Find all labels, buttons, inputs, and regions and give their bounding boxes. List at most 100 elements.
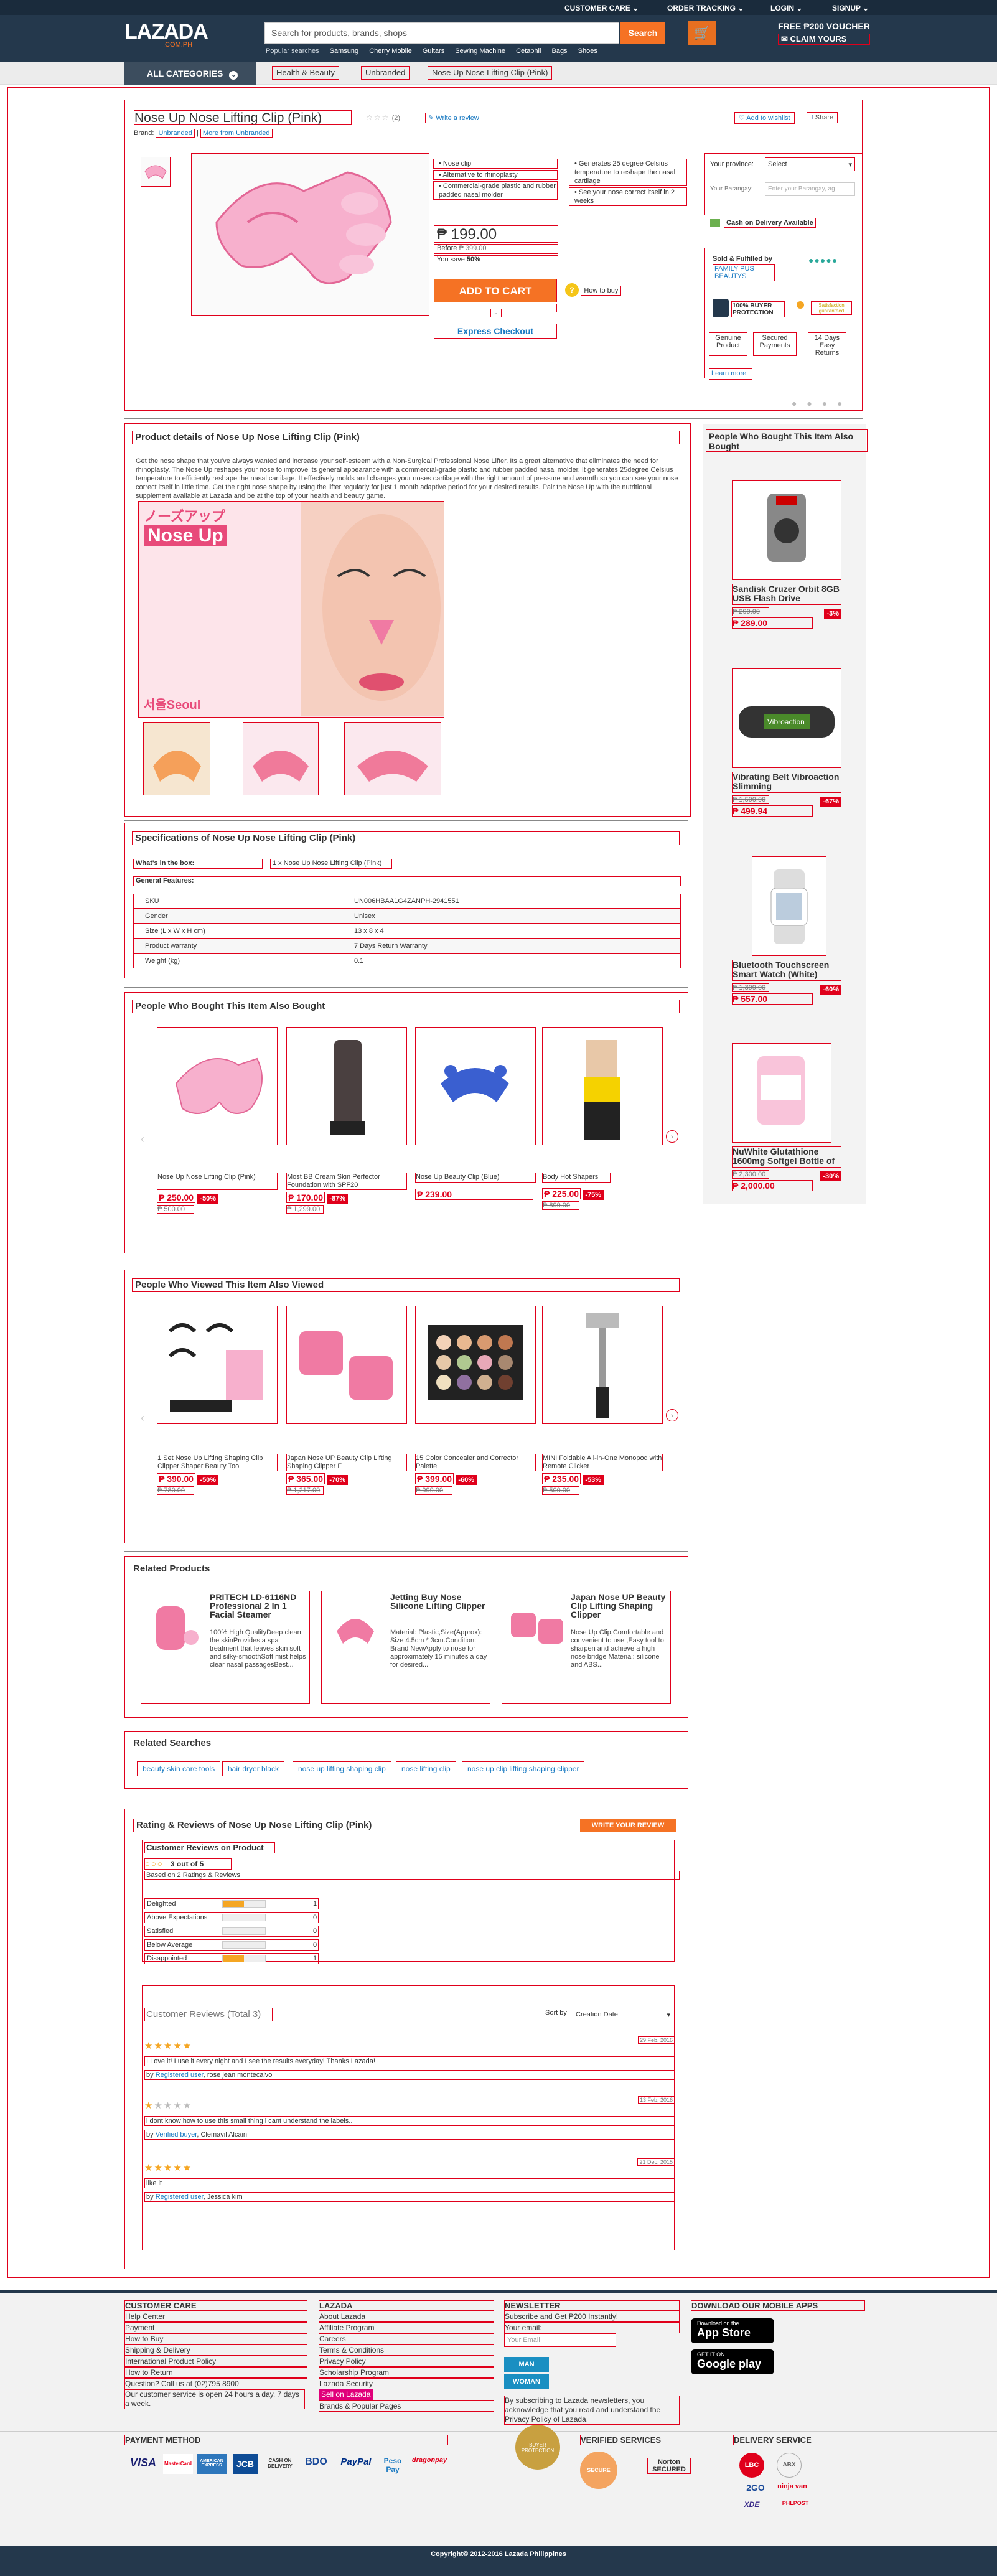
footer-link[interactable]: About Lazada	[319, 2311, 494, 2322]
search-tag[interactable]: beauty skin care tools	[137, 1761, 221, 1776]
google-play-button[interactable]: GET IT ON Google play	[691, 2349, 774, 2374]
related-card[interactable]: Jetting Buy Nose Silicone Lifting Clippe…	[321, 1591, 490, 1704]
related-card-name: PRITECH LD-6116ND Professional 2 In 1 Fa…	[210, 1592, 297, 1619]
product-card-image[interactable]	[286, 1306, 407, 1424]
breakdown-row: Delighted 1	[144, 1898, 319, 1909]
product-card-old-price: ₱ 1,299.00	[286, 1205, 324, 1214]
write-review-link[interactable]: ✎ Write a review	[425, 113, 482, 123]
sidebar-product[interactable]: NuWhite Glutathione 1600mg Softgel Bottl…	[732, 1043, 841, 1191]
footer-link[interactable]: Lazada Security	[319, 2378, 494, 2389]
footer-link[interactable]: Terms & Conditions	[319, 2344, 494, 2356]
breadcrumb-health-beauty[interactable]: Health & Beauty	[272, 66, 339, 80]
discount-badge: -50%	[197, 1475, 219, 1485]
product-card-price: ₱ 235.00	[542, 1473, 581, 1484]
quantity-dropdown[interactable]: ⌄	[490, 309, 502, 317]
search-tag[interactable]: nose up clip lifting shaping clipper	[462, 1761, 585, 1776]
cart-icon[interactable]: 🛒	[688, 21, 716, 45]
customer-care-menu[interactable]: CUSTOMER CARE ⌄	[564, 4, 639, 12]
popular-link[interactable]: Bags	[551, 47, 567, 55]
search-button[interactable]: Search	[620, 22, 665, 44]
feature-item: • Alternative to rhinoplasty	[433, 170, 558, 180]
product-card-image[interactable]	[542, 1306, 663, 1424]
social-share-icons[interactable]: ● ● ● ●	[792, 398, 846, 408]
subscribe-woman-button[interactable]: WOMAN	[504, 2374, 549, 2389]
related-card[interactable]: PRITECH LD-6116ND Professional 2 In 1 Fa…	[141, 1591, 310, 1704]
footer-link[interactable]: How to Return	[124, 2367, 307, 2378]
product-card[interactable]: 15 Color Concealer and Corrector Palette…	[415, 1454, 536, 1495]
product-card-image[interactable]	[542, 1027, 663, 1145]
breadcrumb-unbranded[interactable]: Unbranded	[361, 66, 410, 80]
footer-link[interactable]: Privacy Policy	[319, 2356, 494, 2367]
sidebar-product[interactable]: Vibroaction Vibrating Belt Vibroaction S…	[732, 668, 841, 817]
product-thumbnail[interactable]	[141, 157, 171, 187]
carousel-prev-icon[interactable]: ‹	[141, 1412, 144, 1425]
product-card-image[interactable]	[415, 1306, 536, 1424]
claim-voucher-button[interactable]: ✉ CLAIM YOURS	[778, 34, 870, 45]
footer-link[interactable]: Brands & Popular Pages	[319, 2400, 494, 2412]
wishlist-button[interactable]: ♡ Add to wishlist	[734, 112, 795, 124]
seller-link[interactable]: FAMILY PUS BEAUTYS	[713, 264, 775, 281]
search-tag[interactable]: hair dryer black	[222, 1761, 285, 1776]
popular-link[interactable]: Cetaphil	[516, 47, 541, 55]
order-tracking-menu[interactable]: ORDER TRACKING ⌄	[667, 4, 744, 12]
related-card-name: Jetting Buy Nose Silicone Lifting Clippe…	[390, 1592, 485, 1611]
newsletter-email-input[interactable]: Your Email	[504, 2333, 616, 2347]
barangay-input[interactable]: Enter your Barangay, ag	[765, 182, 855, 196]
footer-link[interactable]: Help Center	[124, 2311, 307, 2322]
add-to-cart-button[interactable]: ADD TO CART	[434, 279, 557, 302]
sidebar-product[interactable]: Sandisk Cruzer Orbit 8GB USB Flash Drive…	[732, 480, 841, 629]
rating-stars[interactable]: ☆☆☆ (2)	[366, 113, 400, 122]
sidebar-product[interactable]: Bluetooth Touchscreen Smart Watch (White…	[732, 856, 841, 1005]
footer-link[interactable]: How to Buy	[124, 2333, 307, 2344]
how-to-buy[interactable]: ? How to buy	[565, 283, 622, 297]
product-card[interactable]: 1 Set Nose Up Lifting Shaping Clip Clipp…	[157, 1454, 278, 1495]
footer-link[interactable]: Payment	[124, 2322, 307, 2333]
popular-link[interactable]: Sewing Machine	[455, 47, 505, 55]
footer-link[interactable]: Affiliate Program	[319, 2322, 494, 2333]
app-store-button[interactable]: Download on the App Store	[691, 2318, 774, 2343]
signup-menu[interactable]: SIGNUP ⌄	[832, 4, 869, 12]
product-card[interactable]: Body Hot Shapers ₱ 225.00 -75% ₱ 899.00	[542, 1173, 663, 1210]
product-card-image[interactable]	[286, 1027, 407, 1145]
product-card-image[interactable]	[157, 1027, 278, 1145]
voucher-banner[interactable]: FREE ₱200 VOUCHER	[778, 21, 870, 31]
all-categories-button[interactable]: ALL CATEGORIES ⌄	[124, 62, 256, 85]
product-card[interactable]: MINI Foldable All-in-One Monopod with Re…	[542, 1454, 663, 1495]
carousel-next-icon[interactable]: ›	[666, 1409, 678, 1421]
more-from-brand-link[interactable]: More from Unbranded	[200, 129, 273, 138]
province-select[interactable]: Select ▾	[765, 157, 855, 171]
product-card-image[interactable]	[157, 1306, 278, 1424]
footer-link[interactable]: Question? Call us at (02)795 8900	[124, 2378, 307, 2389]
write-review-button[interactable]: WRITE YOUR REVIEW	[580, 1819, 676, 1832]
carousel-next-icon[interactable]: ›	[666, 1130, 678, 1143]
search-input[interactable]: Search for products, brands, shops	[264, 22, 619, 44]
footer-link[interactable]: Careers	[319, 2333, 494, 2344]
footer-link[interactable]: Shipping & Delivery	[124, 2344, 307, 2356]
popular-link[interactable]: Shoes	[578, 47, 597, 55]
sort-select[interactable]: Creation Date ▾	[573, 2008, 673, 2021]
learn-more-link[interactable]: Learn more	[709, 368, 752, 380]
product-card[interactable]: Japan Nose UP Beauty Clip Lifting Shapin…	[286, 1454, 407, 1495]
brand-link[interactable]: Unbranded	[156, 129, 195, 138]
footer-link[interactable]: Scholarship Program	[319, 2367, 494, 2378]
carousel-prev-icon[interactable]: ‹	[141, 1133, 144, 1146]
share-button[interactable]: f Share	[807, 112, 838, 123]
product-card[interactable]: Most BB Cream Skin Perfector Foundation …	[286, 1173, 407, 1214]
product-card[interactable]: Nose Up Beauty Clip (Blue) ₱ 239.00	[415, 1173, 536, 1200]
popular-link[interactable]: Cherry Mobile	[369, 47, 411, 55]
product-card-image[interactable]	[415, 1027, 536, 1145]
sell-on-lazada-link[interactable]: Sell on Lazada	[319, 2389, 373, 2400]
login-menu[interactable]: LOGIN ⌄	[770, 4, 802, 12]
box-label: What's in the box:	[133, 859, 263, 869]
search-tag[interactable]: nose up lifting shaping clip	[293, 1761, 391, 1776]
popular-link[interactable]: Samsung	[330, 47, 358, 55]
product-main-image[interactable]	[191, 153, 429, 316]
express-checkout-button[interactable]: Express Checkout	[434, 324, 557, 339]
footer-link[interactable]: International Product Policy	[124, 2356, 307, 2367]
related-card-desc: Nose Up Clip,Comfortable and convenient …	[571, 1629, 664, 1669]
popular-link[interactable]: Guitars	[423, 47, 444, 55]
product-card[interactable]: Nose Up Nose Lifting Clip (Pink) ₱ 250.0…	[157, 1173, 278, 1214]
related-card[interactable]: Japan Nose UP Beauty Clip Lifting Shapin…	[502, 1591, 671, 1704]
subscribe-man-button[interactable]: MAN	[504, 2357, 549, 2372]
search-tag[interactable]: nose lifting clip	[396, 1761, 456, 1776]
